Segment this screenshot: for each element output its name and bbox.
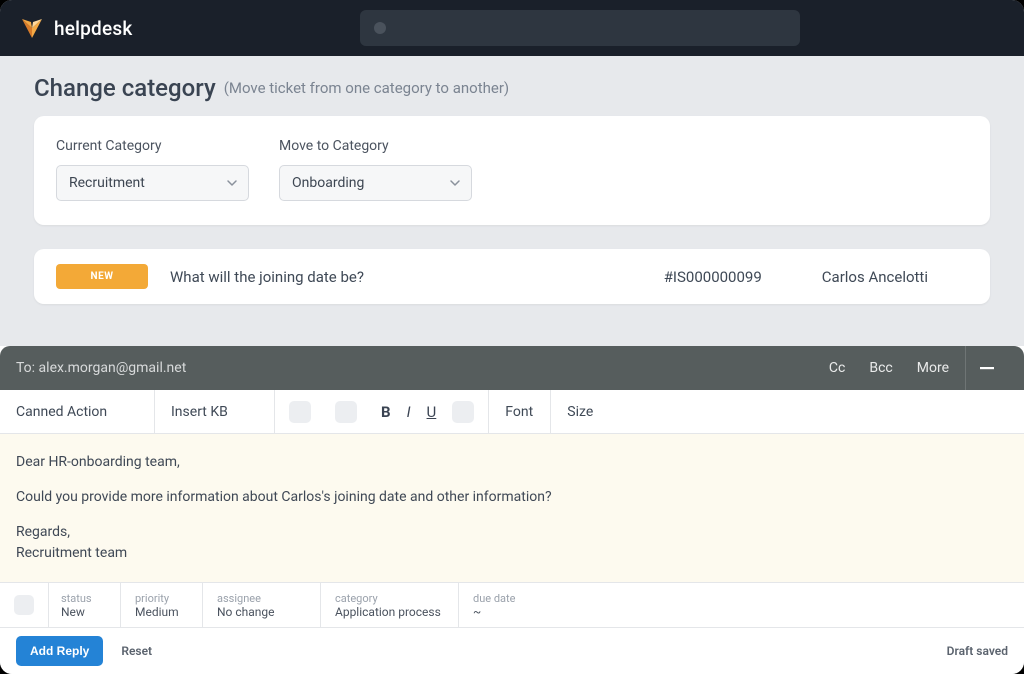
body-para-1: Could you provide more information about… bbox=[16, 487, 1008, 508]
meta-priority[interactable]: priority Medium bbox=[120, 583, 202, 627]
toolbar-icon-placeholder[interactable] bbox=[289, 401, 311, 423]
global-search-input[interactable] bbox=[360, 10, 800, 46]
font-select[interactable]: Font bbox=[489, 390, 551, 433]
meta-due-label: due date bbox=[473, 592, 1010, 605]
draft-saved-label: Draft saved bbox=[947, 644, 1008, 658]
collapse-button[interactable] bbox=[966, 360, 1008, 376]
meta-category-label: category bbox=[335, 592, 444, 605]
reset-button[interactable]: Reset bbox=[121, 644, 152, 658]
body-signature: Recruitment team bbox=[16, 543, 1008, 564]
moveto-category-select[interactable]: Onboarding bbox=[279, 165, 472, 201]
meta-priority-value: Medium bbox=[135, 605, 188, 619]
meta-checkbox-wrap bbox=[0, 583, 48, 627]
meta-status-label: status bbox=[61, 592, 106, 605]
current-category-select[interactable]: Recruitment bbox=[56, 165, 249, 201]
current-category-label: Current Category bbox=[56, 138, 249, 154]
editor-toolbar: Canned Action Insert KB B I U Font Size bbox=[0, 390, 1024, 434]
editor-footer: Add Reply Reset Draft saved bbox=[0, 628, 1024, 674]
editor-header: To: alex.morgan@gmail.net Cc Bcc More bbox=[0, 346, 1024, 390]
chevron-down-icon bbox=[449, 177, 461, 189]
moveto-category-value: Onboarding bbox=[292, 175, 364, 191]
page-subtitle: (Move ticket from one category to anothe… bbox=[224, 79, 509, 97]
ticket-card[interactable]: NEW What will the joining date be? #IS00… bbox=[34, 249, 990, 304]
brand-name: helpdesk bbox=[54, 17, 132, 40]
bcc-button[interactable]: Bcc bbox=[869, 360, 892, 376]
insert-kb-button[interactable]: Insert KB bbox=[155, 390, 275, 433]
ticket-id: #IS000000099 bbox=[664, 268, 762, 286]
editor-to: To: alex.morgan@gmail.net bbox=[16, 360, 186, 376]
meta-due-value: ~ bbox=[473, 605, 1010, 619]
to-value: alex.morgan@gmail.net bbox=[39, 360, 187, 376]
moveto-category-group: Move to Category Onboarding bbox=[279, 138, 472, 201]
size-select[interactable]: Size bbox=[551, 390, 613, 433]
moveto-category-label: Move to Category bbox=[279, 138, 472, 154]
top-bar: helpdesk bbox=[0, 0, 1024, 56]
editor-body[interactable]: Dear HR-onboarding team, Could you provi… bbox=[0, 434, 1024, 582]
current-category-group: Current Category Recruitment bbox=[56, 138, 249, 201]
editor-header-right: Cc Bcc More bbox=[829, 360, 949, 376]
search-placeholder-icon bbox=[374, 22, 386, 34]
page-title-row: Change category (Move ticket from one ca… bbox=[0, 56, 1024, 116]
ticket-title: What will the joining date be? bbox=[170, 268, 364, 286]
bold-button[interactable]: B bbox=[381, 403, 391, 421]
meta-category-value: Application process bbox=[335, 605, 444, 619]
meta-status-value: New bbox=[61, 605, 106, 619]
body-greeting: Dear HR-onboarding team, bbox=[16, 452, 1008, 473]
toolbar-icon-placeholder[interactable] bbox=[335, 401, 357, 423]
category-card: Current Category Recruitment Move to Cat… bbox=[34, 116, 990, 225]
more-button[interactable]: More bbox=[917, 360, 949, 376]
meta-category[interactable]: category Application process bbox=[320, 583, 458, 627]
to-label: To: bbox=[16, 360, 35, 376]
underline-button[interactable]: U bbox=[427, 403, 437, 421]
meta-checkbox[interactable] bbox=[14, 595, 34, 615]
reply-editor: To: alex.morgan@gmail.net Cc Bcc More Ca… bbox=[0, 346, 1024, 674]
brand-logo: helpdesk bbox=[20, 16, 132, 40]
canned-action-button[interactable]: Canned Action bbox=[0, 390, 155, 433]
meta-due-date[interactable]: due date ~ bbox=[458, 583, 1024, 627]
meta-assignee-label: assignee bbox=[217, 592, 306, 605]
meta-assignee-value: No change bbox=[217, 605, 306, 619]
meta-priority-label: priority bbox=[135, 592, 188, 605]
page-title: Change category bbox=[34, 74, 216, 102]
chevron-down-icon bbox=[226, 177, 238, 189]
current-category-value: Recruitment bbox=[69, 175, 145, 191]
ticket-assignee: Carlos Ancelotti bbox=[822, 268, 928, 286]
meta-status[interactable]: status New bbox=[48, 583, 120, 627]
format-group: B I U bbox=[275, 390, 489, 433]
add-reply-button[interactable]: Add Reply bbox=[16, 636, 103, 666]
body-regards: Regards, bbox=[16, 522, 1008, 543]
minus-icon bbox=[979, 360, 995, 376]
cc-button[interactable]: Cc bbox=[829, 360, 845, 376]
toolbar-icon-placeholder[interactable] bbox=[452, 401, 474, 423]
meta-assignee[interactable]: assignee No change bbox=[202, 583, 320, 627]
reply-meta-row: status New priority Medium assignee No c… bbox=[0, 582, 1024, 628]
status-badge: NEW bbox=[56, 264, 148, 289]
fox-logo-icon bbox=[20, 16, 44, 40]
italic-button[interactable]: I bbox=[407, 403, 411, 421]
